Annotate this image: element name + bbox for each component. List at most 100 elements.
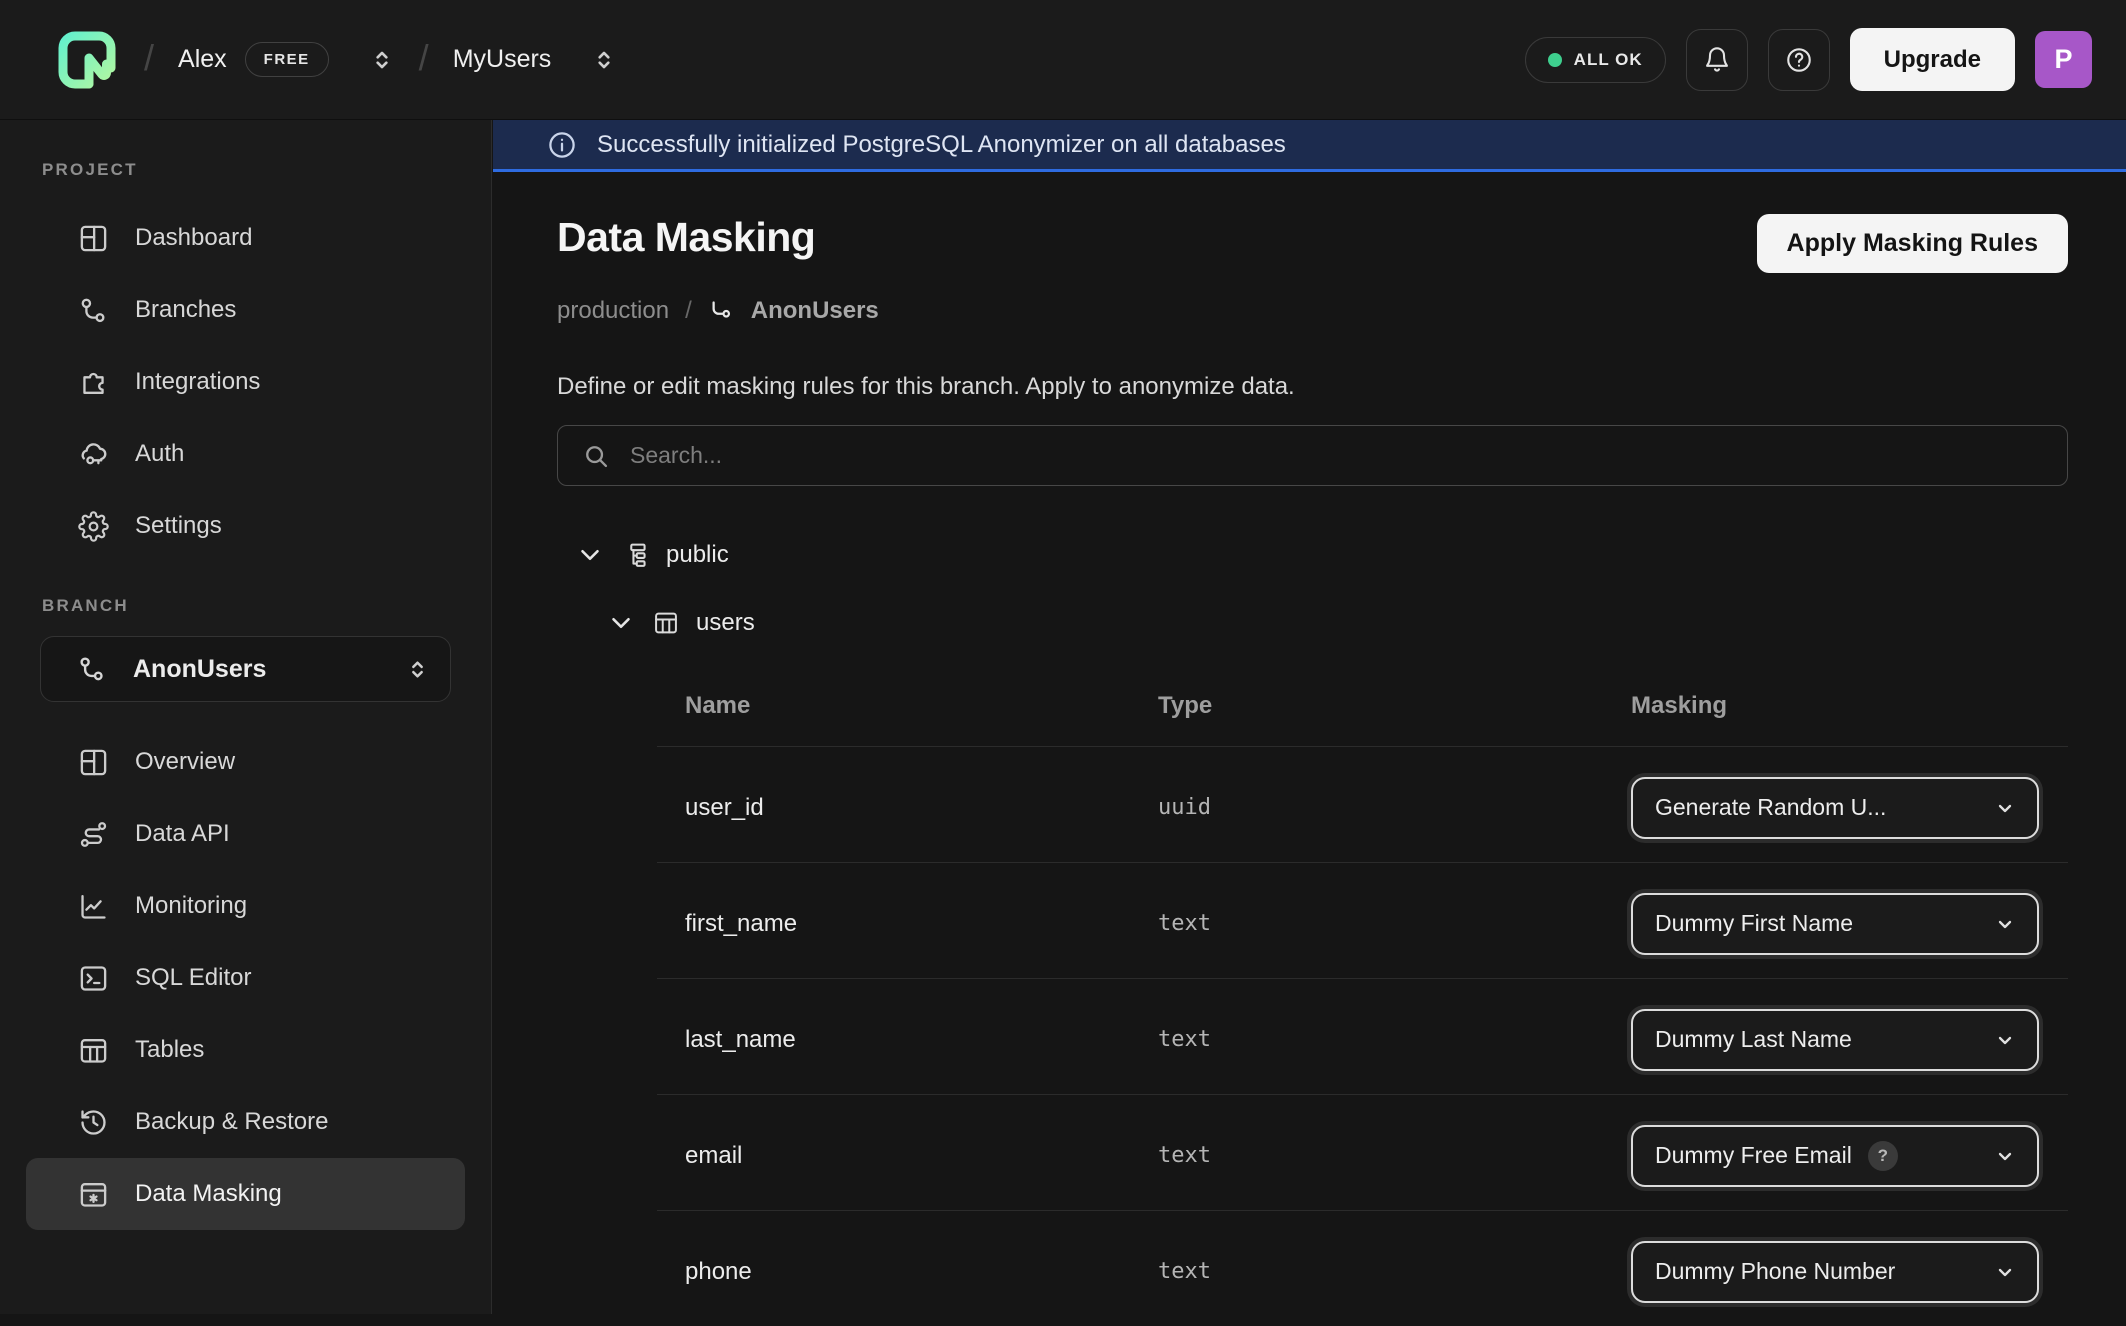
chevron-down-icon [1993, 912, 2017, 936]
table-row: phone text Dummy Phone Number [657, 1210, 2068, 1326]
tree-node-schema-public[interactable]: public [575, 540, 2068, 570]
chevron-down-icon[interactable] [606, 608, 636, 638]
column-header-name: Name [657, 692, 1158, 720]
sidebar-item-branches[interactable]: Branches [26, 274, 465, 346]
chevron-down-icon [1993, 796, 2017, 820]
help-button[interactable] [1768, 29, 1830, 91]
table-row: email text Dummy Free Email ? [657, 1094, 2068, 1210]
column-name: first_name [657, 910, 1158, 938]
sidebar-item-tables[interactable]: Tables [26, 1014, 465, 1086]
column-name: phone [657, 1258, 1158, 1286]
project-switcher-chevron-icon[interactable] [591, 47, 617, 73]
masking-rule-select[interactable]: Dummy Last Name [1631, 1009, 2039, 1071]
page-description: Define or edit masking rules for this br… [557, 373, 2068, 401]
sidebar-item-dashboard[interactable]: Dashboard [26, 202, 465, 274]
neon-logo-icon[interactable] [54, 27, 120, 93]
search-icon [582, 442, 610, 470]
chevron-up-down-icon [405, 657, 430, 682]
puzzle-icon [78, 367, 109, 398]
masking-rule-select[interactable]: Dummy Phone Number [1631, 1241, 2039, 1303]
table-header-row: Name Type Masking [657, 666, 2068, 746]
overview-icon [78, 747, 109, 778]
sidebar-section-project: PROJECT [0, 160, 491, 180]
column-type: uuid [1158, 795, 1631, 820]
header-separator: / [144, 37, 154, 79]
sidebar-section-branch: BRANCH [0, 596, 491, 616]
sidebar-item-auth[interactable]: Auth [26, 418, 465, 490]
system-status-pill[interactable]: ALL OK [1525, 37, 1666, 83]
org-name: Alex [178, 45, 227, 74]
table-icon [78, 1035, 109, 1066]
sidebar: PROJECT Dashboard Branches Integrations … [0, 120, 492, 1314]
schema-name: public [666, 541, 729, 569]
sidebar-item-data-masking[interactable]: Data Masking [26, 1158, 465, 1230]
column-header-masking: Masking [1631, 692, 2068, 720]
top-header: / Alex FREE / MyUsers ALL OK Upgrade P [0, 0, 2126, 120]
column-type: text [1158, 1143, 1631, 1168]
plan-badge: FREE [245, 42, 329, 77]
chevron-down-icon [1993, 1260, 2017, 1284]
schema-icon [621, 541, 650, 570]
notifications-button[interactable] [1686, 29, 1748, 91]
sidebar-item-monitoring[interactable]: Monitoring [26, 870, 465, 942]
masking-rule-value: Dummy Last Name [1655, 1026, 1852, 1053]
table-name: users [696, 609, 755, 637]
sidebar-item-overview[interactable]: Overview [26, 726, 465, 798]
cloud-key-icon [78, 439, 109, 470]
route-icon [78, 819, 109, 850]
column-type: text [1158, 911, 1631, 936]
sidebar-item-backup-restore[interactable]: Backup & Restore [26, 1086, 465, 1158]
tree-node-table-users[interactable]: users [606, 608, 2068, 638]
sidebar-item-label: Monitoring [135, 892, 247, 920]
main-content: Successfully initialized PostgreSQL Anon… [493, 120, 2126, 1314]
chevron-down-icon[interactable] [575, 540, 605, 570]
breadcrumb-current-branch[interactable]: AnonUsers [751, 297, 879, 325]
sidebar-item-label: Overview [135, 748, 235, 776]
org-switcher-chevron-icon[interactable] [369, 47, 395, 73]
terminal-icon [78, 963, 109, 994]
masking-rule-select[interactable]: Generate Random U... [1631, 777, 2039, 839]
table-row: first_name text Dummy First Name [657, 862, 2068, 978]
column-header-type: Type [1158, 692, 1631, 720]
bell-icon [1703, 46, 1731, 74]
apply-masking-rules-button[interactable]: Apply Masking Rules [1757, 214, 2068, 273]
column-name: user_id [657, 794, 1158, 822]
sidebar-item-settings[interactable]: Settings [26, 490, 465, 562]
search-box [557, 425, 2068, 486]
user-avatar[interactable]: P [2035, 31, 2092, 88]
child-branch-icon [708, 298, 735, 325]
breadcrumb-parent-branch[interactable]: production [557, 297, 669, 325]
masking-rule-select[interactable]: Dummy First Name [1631, 893, 2039, 955]
project-name: MyUsers [453, 45, 552, 74]
success-banner: Successfully initialized PostgreSQL Anon… [493, 120, 2126, 172]
sidebar-item-data-api[interactable]: Data API [26, 798, 465, 870]
branch-selector[interactable]: AnonUsers [40, 636, 451, 702]
mask-window-icon [78, 1179, 109, 1210]
masking-rule-value: Dummy Free Email [1655, 1142, 1852, 1169]
dashboard-icon [78, 223, 109, 254]
help-tooltip-badge[interactable]: ? [1868, 1141, 1898, 1171]
info-icon [547, 130, 577, 160]
git-branch-icon [78, 295, 109, 326]
project-switcher[interactable]: MyUsers [453, 45, 618, 74]
git-branch-icon [77, 654, 107, 684]
chevron-down-icon [1993, 1028, 2017, 1052]
sidebar-item-label: Tables [135, 1036, 204, 1064]
sidebar-item-label: Integrations [135, 368, 260, 396]
sidebar-item-label: SQL Editor [135, 964, 252, 992]
sidebar-item-integrations[interactable]: Integrations [26, 346, 465, 418]
upgrade-button[interactable]: Upgrade [1850, 28, 2015, 91]
column-type: text [1158, 1259, 1631, 1284]
banner-message: Successfully initialized PostgreSQL Anon… [597, 131, 1286, 159]
sidebar-item-label: Auth [135, 440, 184, 468]
sidebar-item-label: Dashboard [135, 224, 252, 252]
masking-rule-value: Dummy First Name [1655, 910, 1853, 937]
column-name: email [657, 1142, 1158, 1170]
column-name: last_name [657, 1026, 1158, 1054]
chevron-down-icon [1993, 1144, 2017, 1168]
search-input[interactable] [630, 442, 2043, 469]
sidebar-item-label: Data Masking [135, 1180, 282, 1208]
masking-rule-select[interactable]: Dummy Free Email ? [1631, 1125, 2039, 1187]
org-switcher[interactable]: Alex FREE [178, 42, 395, 77]
sidebar-item-sql-editor[interactable]: SQL Editor [26, 942, 465, 1014]
